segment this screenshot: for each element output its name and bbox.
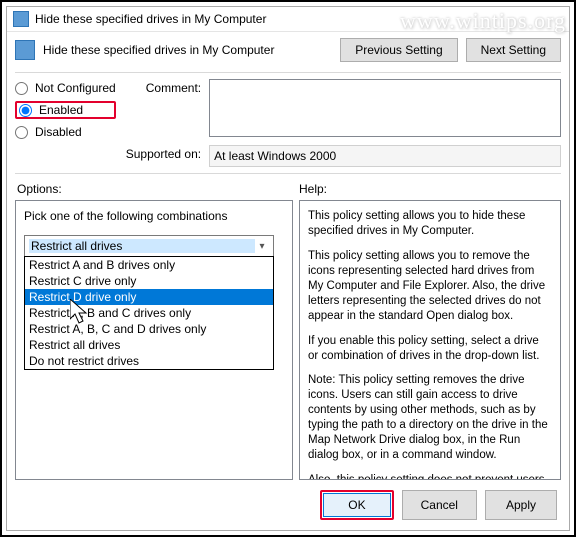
chevron-down-icon: ▾ xyxy=(255,241,269,252)
policy-name: Hide these specified drives in My Comput… xyxy=(43,43,274,57)
supported-on-value: At least Windows 2000 xyxy=(209,145,561,167)
outer-border: Hide these specified drives in My Comput… xyxy=(0,0,576,537)
label-not-configured: Not Configured xyxy=(35,81,116,95)
comment-input[interactable] xyxy=(209,79,561,137)
radio-enabled-input[interactable] xyxy=(19,104,32,117)
combo-display[interactable]: Restrict all drives ▾ xyxy=(24,235,274,257)
apply-button[interactable]: Apply xyxy=(485,490,557,520)
drive-combo[interactable]: Restrict all drives ▾ Restrict A and B d… xyxy=(24,235,274,257)
section-labels: Options: Help: xyxy=(7,174,569,200)
header-row: Hide these specified drives in My Comput… xyxy=(7,32,569,72)
supported-on-label: Supported on: xyxy=(126,145,201,167)
footer: OK Cancel Apply xyxy=(7,480,569,530)
policy-icon xyxy=(15,40,35,60)
combo-label: Pick one of the following combinations xyxy=(24,209,284,223)
policy-icon xyxy=(13,11,29,27)
options-pane: Pick one of the following combinations R… xyxy=(15,200,293,480)
help-paragraph: This policy setting allows you to hide t… xyxy=(308,209,552,239)
combo-option[interactable]: Restrict D drive only xyxy=(25,289,273,305)
help-paragraph: If you enable this policy setting, selec… xyxy=(308,334,552,364)
radio-enabled[interactable]: Enabled xyxy=(19,103,112,117)
ok-button[interactable]: OK xyxy=(323,493,390,517)
radio-not-configured-input[interactable] xyxy=(15,82,28,95)
cancel-button[interactable]: Cancel xyxy=(402,490,477,520)
ok-highlight: OK xyxy=(320,490,393,520)
combo-option[interactable]: Restrict A, B, C and D drives only xyxy=(25,321,273,337)
label-disabled: Disabled xyxy=(35,125,82,139)
nav-buttons: Previous Setting Next Setting xyxy=(340,38,561,62)
help-label: Help: xyxy=(299,182,559,196)
combo-selected-text: Restrict all drives xyxy=(29,239,255,253)
radio-disabled[interactable]: Disabled xyxy=(15,125,116,139)
panes: Pick one of the following combinations R… xyxy=(7,200,569,480)
titlebar: Hide these specified drives in My Comput… xyxy=(7,7,569,32)
combo-option[interactable]: Restrict all drives xyxy=(25,337,273,353)
combo-option[interactable]: Restrict A, B and C drives only xyxy=(25,305,273,321)
label-enabled: Enabled xyxy=(39,103,83,117)
next-setting-button[interactable]: Next Setting xyxy=(466,38,561,62)
help-paragraph: Note: This policy setting removes the dr… xyxy=(308,373,552,463)
enabled-highlight: Enabled xyxy=(15,101,116,119)
combo-option[interactable]: Restrict A and B drives only xyxy=(25,257,273,273)
combo-option[interactable]: Do not restrict drives xyxy=(25,353,273,369)
window-title: Hide these specified drives in My Comput… xyxy=(35,12,266,26)
help-paragraph: This policy setting allows you to remove… xyxy=(308,249,552,324)
radio-disabled-input[interactable] xyxy=(15,126,28,139)
previous-setting-button[interactable]: Previous Setting xyxy=(340,38,457,62)
combo-option[interactable]: Restrict C drive only xyxy=(25,273,273,289)
config-right: Comment: Supported on: At least Windows … xyxy=(126,79,561,167)
options-label: Options: xyxy=(17,182,299,196)
help-pane[interactable]: This policy setting allows you to hide t… xyxy=(299,200,561,480)
config-area: Not Configured Enabled Disabled Comment:… xyxy=(7,73,569,173)
comment-label: Comment: xyxy=(126,79,201,137)
state-radios: Not Configured Enabled Disabled xyxy=(15,79,116,167)
combo-dropdown-list[interactable]: Restrict A and B drives onlyRestrict C d… xyxy=(24,256,274,370)
radio-not-configured[interactable]: Not Configured xyxy=(15,81,116,95)
help-paragraph: Also, this policy setting does not preve… xyxy=(308,473,552,480)
window: Hide these specified drives in My Comput… xyxy=(6,6,570,531)
